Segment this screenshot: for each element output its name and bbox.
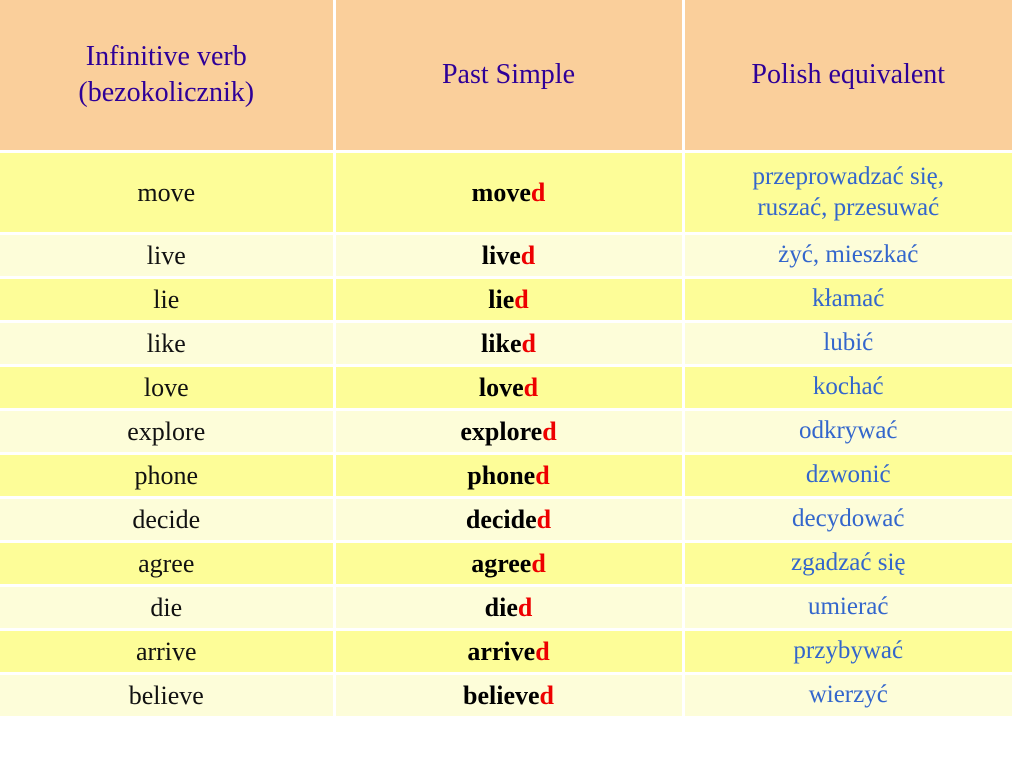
table-row: arrive arrived przybywać [0, 629, 1012, 675]
cell-past-simple: decided [334, 497, 685, 543]
cell-past-simple: believed [334, 673, 685, 719]
cell-polish: kochać [683, 365, 1012, 411]
table-row: live lived żyć, mieszkać [0, 233, 1012, 279]
header-past-simple-label: Past Simple [441, 59, 575, 91]
column-header-past-simple: Past Simple [334, 0, 685, 153]
polish-line-1: odkrywać [798, 417, 898, 445]
cell-polish: decydować [683, 497, 1012, 543]
polish-line-1: decydować [792, 505, 905, 533]
cell-infinitive: phone [0, 453, 336, 499]
cell-polish: umierać [683, 585, 1012, 631]
past-stem: phone [467, 460, 536, 490]
polish-line-1: przybywać [793, 637, 904, 665]
past-suffix: d [517, 592, 533, 622]
table-row: like liked lubić [0, 321, 1012, 367]
polish-line-1: umierać [807, 593, 889, 621]
past-stem: like [481, 328, 522, 358]
cell-polish: kłamać [683, 277, 1012, 323]
cell-infinitive: arrive [0, 629, 336, 675]
past-suffix: d [521, 328, 536, 358]
cell-polish: odkrywać [683, 409, 1012, 455]
past-suffix: d [535, 460, 550, 490]
cell-past-simple: died [334, 585, 685, 631]
column-header-polish: Polish equivalent [683, 0, 1012, 153]
past-stem: die [484, 592, 518, 622]
cell-polish: przybywać [683, 629, 1012, 675]
cell-infinitive: move [0, 151, 336, 235]
polish-line-1: przeprowadzać się, [752, 163, 945, 190]
past-suffix: d [542, 416, 557, 446]
past-suffix: d [539, 680, 554, 710]
past-stem: believe [463, 680, 540, 710]
cell-polish: przeprowadzać się, ruszać, przesuwać [683, 151, 1012, 235]
past-suffix: d [520, 240, 536, 270]
cell-past-simple: agreed [334, 541, 685, 587]
header-row: Infinitive verb (bezokolicznik) Past Sim… [0, 0, 1012, 153]
cell-polish: żyć, mieszkać [683, 233, 1012, 279]
past-stem: move [471, 177, 531, 207]
table-row: agree agreed zgadzać się [0, 541, 1012, 587]
past-stem: lie [488, 284, 515, 314]
cell-infinitive: live [0, 233, 336, 279]
column-header-infinitive: Infinitive verb (bezokolicznik) [0, 0, 336, 153]
table-row: love loved kochać [0, 365, 1012, 411]
cell-past-simple: moved [334, 151, 685, 235]
polish-line-1: zgadzać się [790, 549, 906, 577]
past-suffix: d [523, 372, 539, 402]
cell-past-simple: liked [334, 321, 685, 367]
cell-polish: zgadzać się [683, 541, 1012, 587]
table-header: Infinitive verb (bezokolicznik) Past Sim… [0, 0, 1012, 153]
past-stem: love [478, 372, 524, 402]
past-suffix: d [514, 284, 529, 314]
past-suffix: d [530, 177, 546, 207]
cell-infinitive: believe [0, 673, 336, 719]
verb-conjugation-table: Infinitive verb (bezokolicznik) Past Sim… [0, 0, 1012, 719]
cell-infinitive: lie [0, 277, 336, 323]
table-row: move moved przeprowadzać się, ruszać, prz… [0, 151, 1012, 235]
polish-line-2: ruszać, przesuwać [757, 193, 940, 221]
cell-polish: dzwonić [683, 453, 1012, 499]
cell-past-simple: explored [334, 409, 685, 455]
past-suffix: d [531, 548, 546, 578]
table-row: phone phoned dzwonić [0, 453, 1012, 499]
header-infinitive-line2: (bezokolicznik) [78, 77, 255, 108]
polish-line-1: kochać [812, 373, 884, 401]
table-row: decide decided decydować [0, 497, 1012, 543]
past-stem: explore [460, 416, 543, 446]
cell-infinitive: explore [0, 409, 336, 455]
past-stem: arrive [467, 636, 536, 666]
cell-infinitive: die [0, 585, 336, 631]
table-row: believe believed wierzyć [0, 673, 1012, 719]
cell-past-simple: arrived [334, 629, 685, 675]
past-stem: agree [471, 548, 532, 578]
cell-polish: lubić [683, 321, 1012, 367]
header-polish-label: Polish equivalent [751, 59, 946, 91]
table-row: lie lied kłamać [0, 277, 1012, 323]
polish-line-1: dzwonić [805, 461, 891, 489]
cell-polish: wierzyć [683, 673, 1012, 719]
past-stem: live [481, 240, 521, 270]
table-body: move moved przeprowadzać się, ruszać, prz… [0, 151, 1012, 719]
cell-past-simple: lied [334, 277, 685, 323]
polish-line-1: kłamać [812, 285, 885, 313]
cell-past-simple: phoned [334, 453, 685, 499]
cell-past-simple: loved [334, 365, 685, 411]
cell-infinitive: love [0, 365, 336, 411]
past-suffix: d [535, 636, 550, 666]
polish-line-1: żyć, mieszkać [778, 241, 919, 269]
polish-line-1: wierzyć [808, 681, 888, 709]
cell-infinitive: like [0, 321, 336, 367]
table-row: die died umierać [0, 585, 1012, 631]
cell-infinitive: decide [0, 497, 336, 543]
header-infinitive-line1: Infinitive verb [85, 41, 247, 73]
table-row: explore explored odkrywać [0, 409, 1012, 455]
cell-infinitive: agree [0, 541, 336, 587]
past-suffix: d [536, 504, 552, 534]
polish-line-1: lubić [823, 329, 874, 357]
cell-past-simple: lived [334, 233, 685, 279]
past-stem: decide [465, 504, 537, 534]
